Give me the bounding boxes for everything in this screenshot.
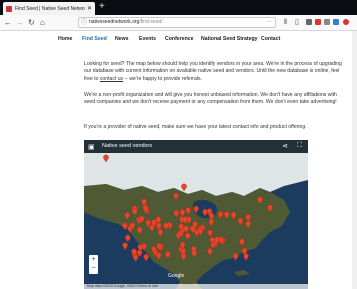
intro-tail: -- we're happy to provide referrals. [124,75,202,82]
extension-icon[interactable] [324,19,330,25]
zoom-control: + − [89,255,98,274]
sidebar-icon[interactable]: ▯ [295,18,299,27]
close-tab-icon[interactable]: ✕ [87,5,92,12]
home-icon[interactable]: ⌂ [40,18,45,27]
intro-text: Looking for seed? The map below should h… [84,61,342,82]
reload-icon[interactable]: ↻ [28,18,35,27]
extension-icon[interactable] [333,19,339,25]
contact-us-link[interactable]: contact us [100,76,123,82]
extension-icon[interactable] [306,19,312,25]
provider-paragraph: If you're a provider of native seed, mak… [84,124,307,130]
extension-icon[interactable] [315,19,321,25]
map-canvas[interactable] [84,140,308,289]
page-actions-icon[interactable]: ··· [266,18,272,27]
site-favicon-icon [6,5,12,12]
map-header: ▣ Native seed vendors ⋖ ⛶ [84,140,308,153]
tab-title: Find Seed | Native Seed Network [15,5,85,12]
intro-paragraph: Looking for seed? The map below should h… [84,61,346,83]
nav-national-seed-strategy[interactable]: National Seed Strategy [201,36,258,42]
back-arrow-icon[interactable]: ← [4,18,12,27]
nav-conference[interactable]: Conference [165,36,194,42]
nav-events[interactable]: Events [139,36,156,42]
map-title: Native seed vendors [102,143,153,149]
nav-home[interactable]: Home [58,36,72,42]
google-logo: Google [168,273,185,279]
browser-toolbar: ← → ↻ ⌂ ⓘ nativeseednetwork.org/find-see… [0,15,357,31]
extension-icon[interactable] [343,19,349,25]
nav-contact[interactable]: Contact [261,36,280,42]
zoom-in-button[interactable]: + [89,255,98,264]
nav-news[interactable]: News [115,36,129,42]
map-list-icon[interactable]: ▣ [88,143,95,151]
url-host: nativeseednetwork.org [89,19,140,25]
nonprofit-paragraph: We're a non-profit organization and will… [84,92,337,106]
forward-arrow-icon[interactable]: → [16,18,24,27]
url-path: /find-seed/ [139,19,163,25]
vendor-map[interactable]: ▣ Native seed vendors ⋖ ⛶ + − Google Map… [84,140,308,289]
site-info-icon[interactable]: ⓘ [81,19,87,28]
fullscreen-icon[interactable]: ⛶ [297,142,302,150]
browser-tab[interactable]: Find Seed | Native Seed Network ✕ [3,2,95,15]
nav-find-seed[interactable]: Find Seed [82,36,107,42]
share-icon[interactable]: ⋖ [282,142,288,150]
zoom-out-button[interactable]: − [89,264,98,273]
new-tab-button[interactable]: + [99,1,105,13]
map-attribution: Map data ©2018 Google, INEGI Terms of Us… [84,284,308,289]
site-navigation: Home Find Seed News Events Conference Na… [0,34,357,46]
address-bar[interactable]: ⓘ nativeseednetwork.org/find-seed/ ··· [78,17,276,28]
browser-tab-bar: Find Seed | Native Seed Network ✕ + [0,0,357,15]
page-scrollbar[interactable] [352,31,357,289]
library-icon[interactable]: ⫴ [284,18,287,27]
